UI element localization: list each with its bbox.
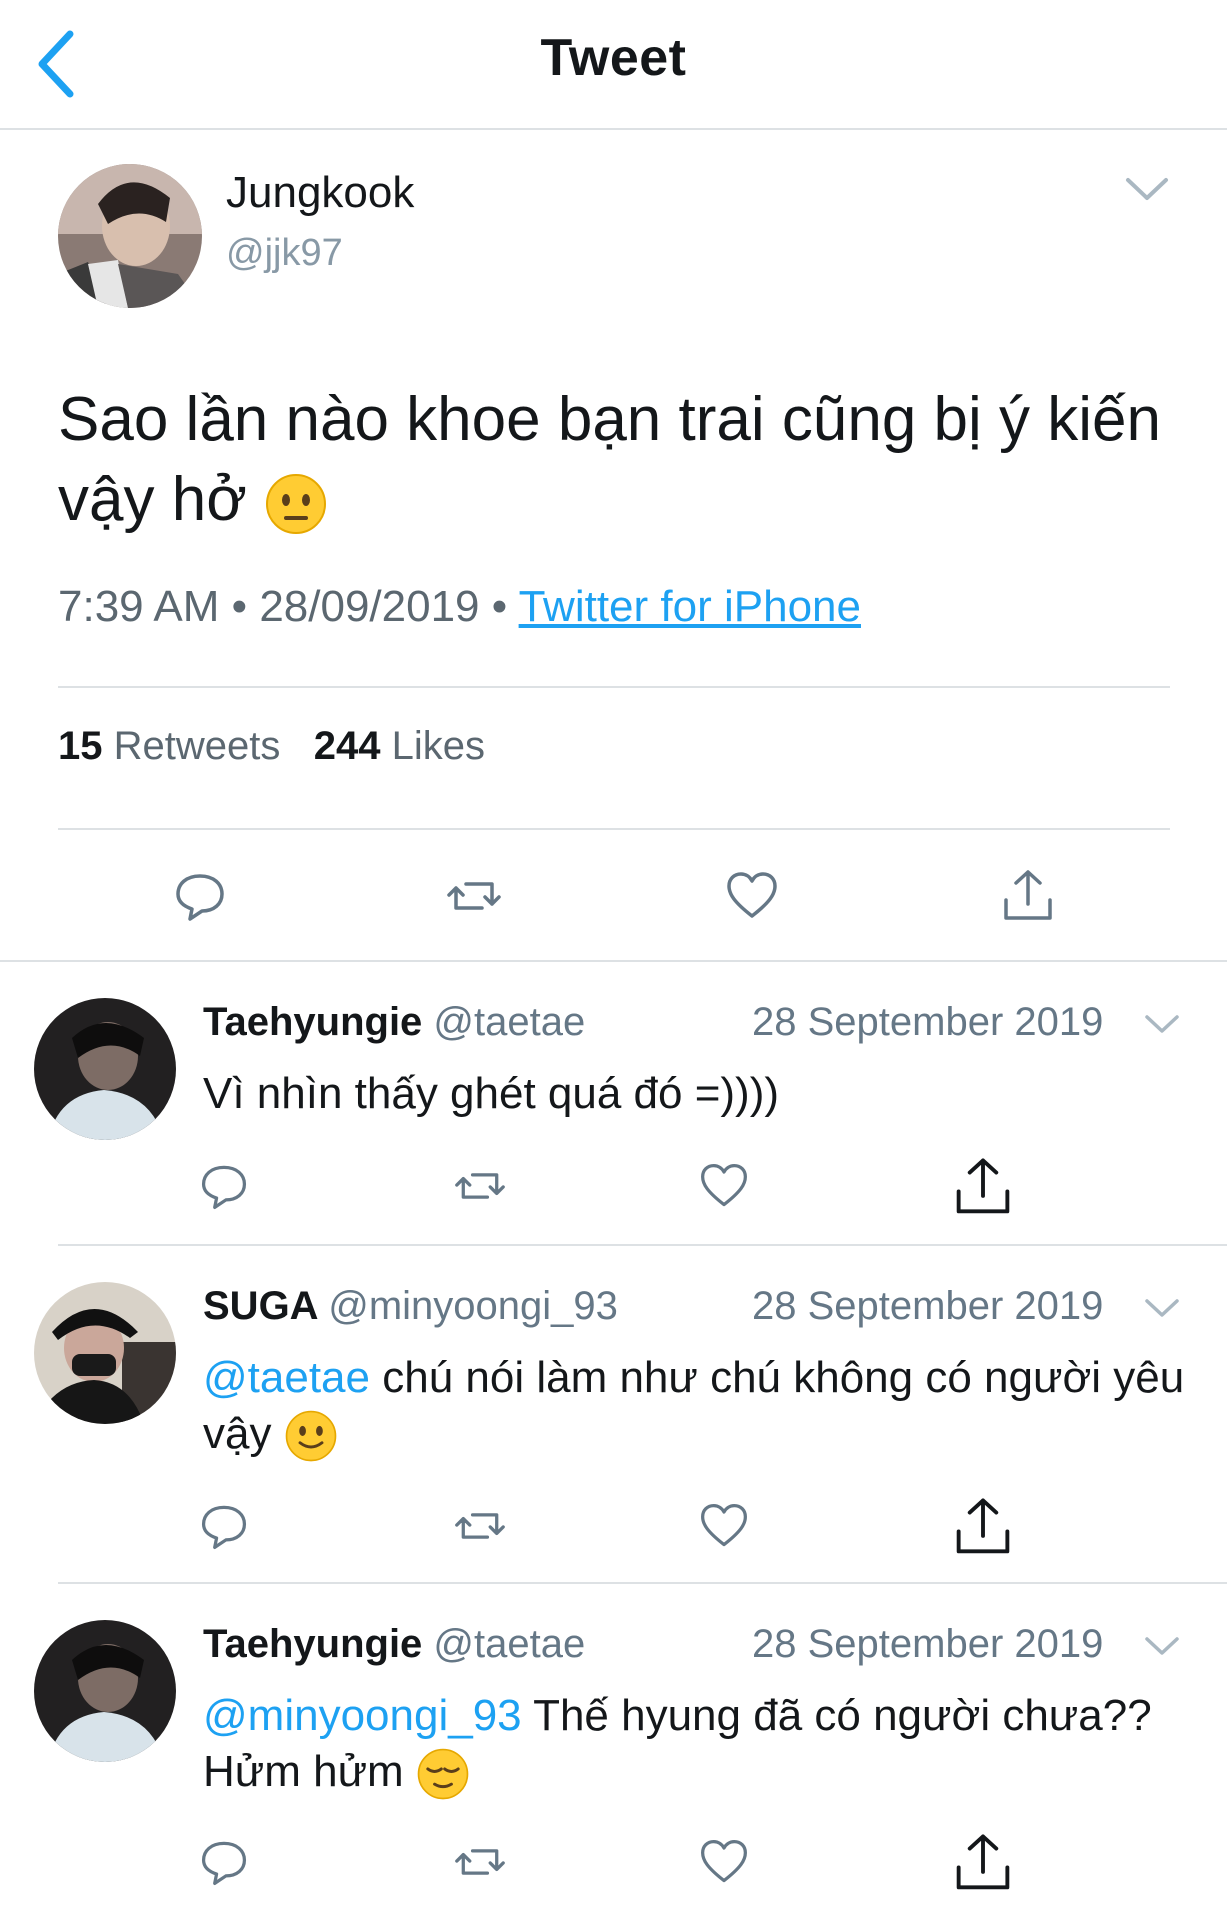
reply-author-handle[interactable]: @minyoongi_93 (328, 1284, 618, 1328)
divider (58, 828, 1170, 830)
reply-mention-link[interactable]: @minyoongi_93 (203, 1691, 522, 1740)
header-divider (0, 128, 1227, 130)
retweet-icon[interactable] (454, 1836, 506, 1888)
tweet-body: Sao lần nào khoe bạn trai cũng bị ý kiến… (58, 385, 1161, 534)
avatar[interactable] (58, 164, 202, 308)
reply-author-name[interactable]: Taehyungie (203, 1622, 422, 1666)
heart-icon[interactable] (698, 1836, 750, 1888)
reply-author-handle[interactable]: @taetae (433, 1000, 585, 1044)
author-name[interactable]: Jungkook (226, 168, 414, 218)
heart-icon[interactable] (724, 868, 780, 924)
avatar[interactable] (34, 998, 176, 1140)
retweet-icon[interactable] (454, 1500, 506, 1552)
reply-body: Vì nhìn thấy ghét quá đó =)))) (203, 1069, 780, 1118)
avatar[interactable] (34, 1282, 176, 1424)
tweet-time: 7:39 AM (58, 582, 220, 631)
divider (58, 1244, 1227, 1246)
reply-date: 28 September 2019 (752, 1000, 1104, 1044)
reply-icon[interactable] (198, 1160, 250, 1212)
chevron-down-icon[interactable] (1144, 1014, 1180, 1036)
retweet-icon[interactable] (446, 868, 502, 924)
share-icon[interactable] (952, 1496, 1014, 1558)
reply-icon[interactable] (172, 868, 228, 924)
neutral-face-emoji-icon (266, 473, 327, 534)
divider (0, 960, 1227, 962)
chevron-down-icon[interactable] (1144, 1298, 1180, 1320)
reply-mention-link[interactable]: @taetae (203, 1353, 370, 1402)
likes-count[interactable]: 244 (314, 724, 381, 768)
reply-date: 28 September 2019 (752, 1284, 1104, 1328)
likes-label[interactable]: Likes (392, 724, 485, 768)
tweet-date: 28/09/2019 (259, 582, 480, 631)
retweet-icon[interactable] (454, 1160, 506, 1212)
tweet-source-link[interactable]: Twitter for iPhone (519, 582, 861, 631)
share-icon[interactable] (1000, 868, 1056, 924)
reply-text: @minyoongi_93 Thế hyung đã có người chưa… (203, 1688, 1203, 1801)
retweets-label[interactable]: Retweets (114, 724, 281, 768)
author-handle[interactable]: @jjk97 (226, 232, 343, 275)
tweet-text: Sao lần nào khoe bạn trai cũng bị ý kiến… (58, 380, 1178, 540)
page-title: Tweet (540, 29, 687, 87)
relieved-face-emoji-icon (417, 1749, 469, 1800)
chevron-down-icon[interactable] (1124, 176, 1170, 204)
tweet-meta: 7:39 AM • 28/09/2019 • Twitter for iPhon… (58, 582, 861, 631)
heart-icon[interactable] (698, 1160, 750, 1212)
heart-icon[interactable] (698, 1500, 750, 1552)
avatar[interactable] (34, 1620, 176, 1762)
reply-icon[interactable] (198, 1836, 250, 1888)
reply-text: Vì nhìn thấy ghét quá đó =)))) (203, 1066, 1203, 1122)
retweets-count[interactable]: 15 (58, 724, 103, 768)
divider (58, 1582, 1227, 1584)
reply-text: @taetae chú nói làm như chú không có ngư… (203, 1350, 1203, 1463)
divider (58, 686, 1170, 688)
slightly-smiling-face-emoji-icon (285, 1411, 337, 1462)
reply-date: 28 September 2019 (752, 1622, 1104, 1666)
share-icon[interactable] (952, 1832, 1014, 1894)
reply-author-name[interactable]: SUGA (203, 1284, 317, 1328)
tweet-counts: 15 Retweets 244 Likes (58, 724, 485, 769)
chevron-down-icon[interactable] (1144, 1636, 1180, 1658)
reply-author-handle[interactable]: @taetae (433, 1622, 585, 1666)
reply-icon[interactable] (198, 1500, 250, 1552)
reply-author-name[interactable]: Taehyungie (203, 1000, 422, 1044)
share-icon[interactable] (952, 1156, 1014, 1218)
